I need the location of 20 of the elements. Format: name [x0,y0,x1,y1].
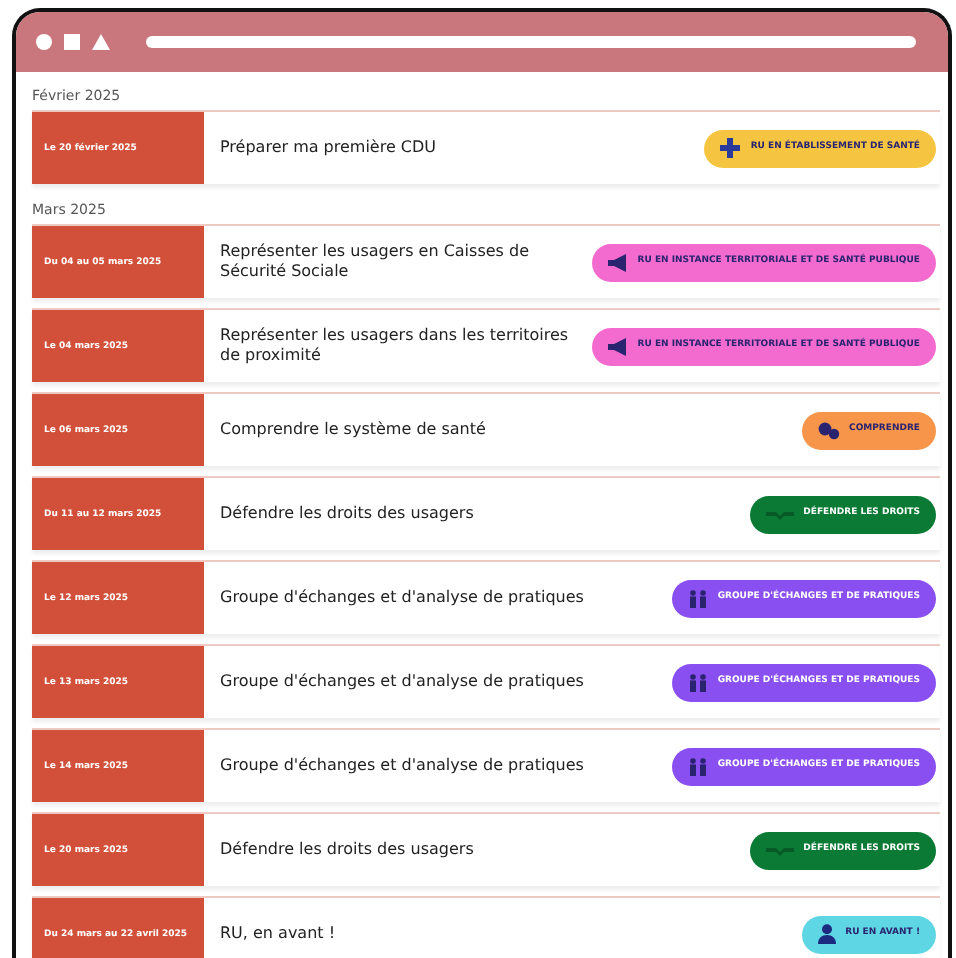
people-icon [687,673,708,691]
triangle-icon [92,34,110,50]
event-title: Groupe d'échanges et d'analyse de pratiques [218,669,586,694]
megaphone-icon [607,337,628,355]
event-title: Comprendre le système de santé [218,417,488,442]
megaphone-icon [607,253,628,271]
cross-icon [720,138,741,158]
square-icon [64,34,80,50]
event-title: Défendre les droits des usagers [218,501,476,526]
event-title: RU, en avant ! [218,921,338,946]
event-title: Défendre les droits des usagers [218,837,476,862]
circle-icon [36,34,52,50]
event-title: Représenter les usagers en Caisses de Sécurité Sociale [218,239,531,284]
people-icon [687,757,708,775]
event-title: Groupe d'échanges et d'analyse de pratiques [218,753,586,778]
event-title: Préparer ma première CDU [218,135,439,160]
event-title: Groupe d'échanges et d'analyse de pratiques [218,585,586,610]
person-icon [817,924,836,944]
people-icon [687,589,708,607]
event-title: Représenter les usagers dans les territoires de proximité [218,323,571,368]
